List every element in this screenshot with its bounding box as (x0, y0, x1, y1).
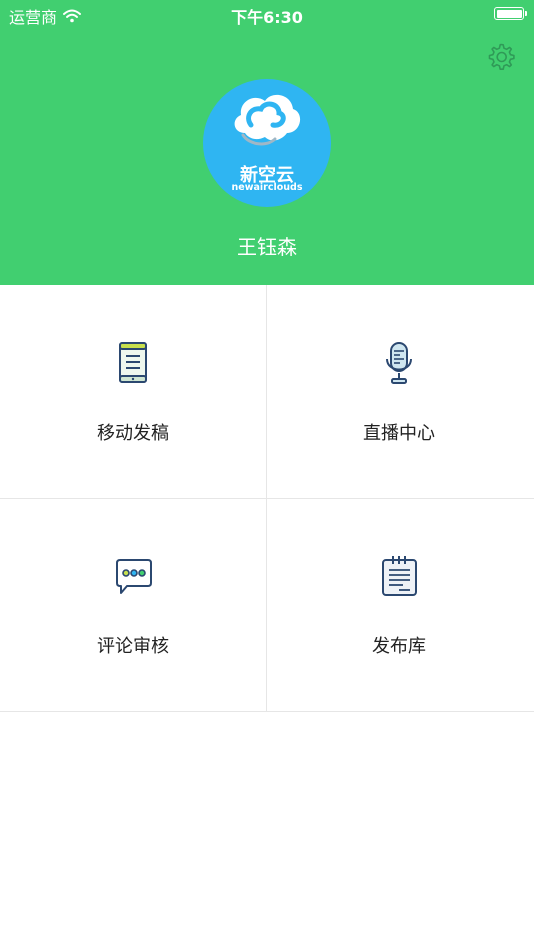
grid-divider-horizontal (0, 711, 534, 712)
menu-item-label: 直播中心 (363, 423, 435, 444)
status-bar: 运营商 下午6:30 (0, 0, 534, 28)
status-time: 下午6:30 (231, 8, 303, 27)
mobile-phone-icon (119, 342, 147, 383)
menu-item-label: 移动发稿 (97, 423, 169, 444)
menu-item-live-center[interactable]: 直播中心 (266, 285, 532, 498)
feature-grid: 移动发稿 直播中心 评论审核 发布库 (0, 285, 534, 712)
chat-bubble-icon (116, 559, 152, 594)
notepad-icon (382, 556, 417, 596)
menu-item-comment-review[interactable]: 评论审核 (0, 498, 266, 711)
app-logo: 新空云 newairclouds (203, 79, 331, 207)
menu-item-mobile-post[interactable]: 移动发稿 (0, 285, 266, 498)
menu-item-label: 发布库 (372, 636, 426, 657)
menu-item-label: 评论审核 (97, 636, 169, 657)
menu-item-publish-library[interactable]: 发布库 (266, 498, 532, 711)
logo-name-en: newairclouds (231, 182, 303, 193)
battery-icon (494, 7, 527, 20)
profile-header: 运营商 下午6:30 新空云 newairclouds 王钰森 (0, 0, 534, 285)
gear-icon[interactable] (485, 41, 517, 73)
username: 王钰森 (237, 235, 297, 259)
cloud-icon (234, 94, 301, 146)
microphone-icon (386, 342, 412, 384)
